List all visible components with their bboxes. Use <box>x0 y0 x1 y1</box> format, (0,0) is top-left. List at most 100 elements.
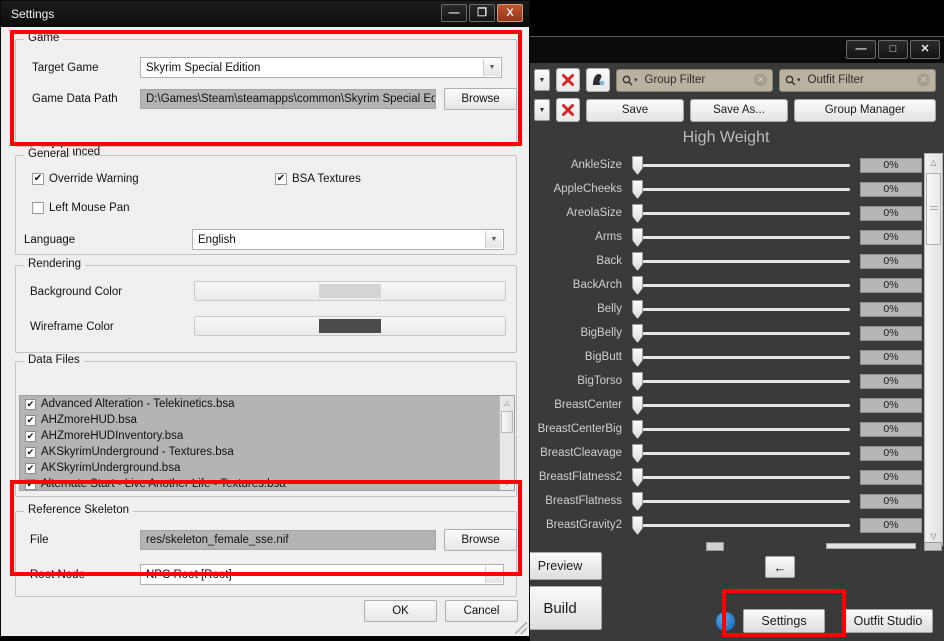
settings-close-icon[interactable]: X <box>497 4 523 22</box>
slider-control[interactable] <box>630 395 854 415</box>
clear-group-filter-icon[interactable]: ✕ <box>754 73 767 87</box>
slider-track[interactable] <box>638 403 850 407</box>
slider-value[interactable]: 0% <box>860 397 922 413</box>
slider-track[interactable] <box>638 523 850 527</box>
slider-track[interactable] <box>638 499 850 503</box>
maximize-icon[interactable]: □ <box>878 40 908 59</box>
preview-button[interactable]: Preview <box>518 552 602 580</box>
data-file-item[interactable]: ✔ AKSkyrimUnderground.bsa <box>20 460 514 476</box>
outfit-studio-button[interactable]: Outfit Studio <box>843 609 933 633</box>
slider-thumb[interactable] <box>632 372 643 391</box>
slider-thumb[interactable] <box>632 492 643 511</box>
ok-button[interactable]: OK <box>364 600 437 622</box>
language-combo[interactable]: English ▼ <box>192 229 504 250</box>
close-icon[interactable]: ✕ <box>910 40 940 59</box>
left-mouse-pan-checkbox[interactable]: Left Mouse Pan <box>32 202 130 214</box>
delete-icon-1[interactable] <box>556 68 580 92</box>
hscroll-left-stub[interactable] <box>706 542 724 551</box>
slider-value[interactable]: 0% <box>860 277 922 293</box>
slider-control[interactable] <box>630 179 854 199</box>
slider-thumb[interactable] <box>632 444 643 463</box>
scroll-up-icon[interactable]: △ <box>925 154 942 171</box>
slider-control[interactable] <box>630 371 854 391</box>
slider-track[interactable] <box>638 259 850 263</box>
slider-thumb[interactable] <box>632 468 643 487</box>
slider-thumb[interactable] <box>632 324 643 343</box>
slider-control[interactable] <box>630 419 854 439</box>
data-file-check-icon[interactable]: ✔ <box>25 430 36 442</box>
slider-control[interactable] <box>630 347 854 367</box>
slider-value[interactable]: 0% <box>860 445 922 461</box>
slider-control[interactable] <box>630 491 854 511</box>
settings-maximize-icon[interactable]: ❐ <box>469 4 495 22</box>
save-button[interactable]: Save <box>586 98 684 122</box>
data-file-item[interactable]: ✔ AHZmoreHUD.bsa <box>20 412 514 428</box>
slider-value[interactable]: 0% <box>860 205 922 221</box>
game-data-path-field[interactable]: D:\Games\Steam\steamapps\common\Skyrim S… <box>140 89 436 109</box>
slider-thumb[interactable] <box>632 348 643 367</box>
override-warning-checkbox[interactable]: ✔ Override Warning <box>32 173 139 185</box>
slider-value[interactable]: 0% <box>860 517 922 533</box>
data-file-check-icon[interactable]: ✔ <box>25 414 36 426</box>
slider-control[interactable] <box>630 155 854 175</box>
group-manager-button[interactable]: Group Manager <box>794 98 936 122</box>
slider-thumb[interactable] <box>632 396 643 415</box>
data-file-item[interactable]: ✔ AHZmoreHUDInventory.bsa <box>20 428 514 444</box>
slider-control[interactable] <box>630 227 854 247</box>
bsa-textures-checkbox[interactable]: ✔ BSA Textures <box>275 173 361 185</box>
preset-dropdown-arrow-2[interactable]: ▼ <box>534 99 550 121</box>
clear-outfit-filter-icon[interactable]: ✕ <box>917 73 930 87</box>
target-game-combo[interactable]: Skyrim Special Edition ▼ <box>140 57 502 78</box>
wireframe-color-button[interactable] <box>194 316 506 336</box>
settings-minimize-icon[interactable]: — <box>441 4 467 22</box>
slider-value[interactable]: 0% <box>860 157 922 173</box>
slider-control[interactable] <box>630 467 854 487</box>
slider-thumb[interactable] <box>632 300 643 319</box>
slider-track[interactable] <box>638 283 850 287</box>
slider-control[interactable] <box>630 443 854 463</box>
data-files-scrollbar[interactable]: △ ▽ <box>499 396 514 490</box>
root-node-combo[interactable]: NPC Root [Root] ▼ <box>140 564 504 585</box>
background-color-button[interactable] <box>194 281 506 301</box>
slider-track[interactable] <box>638 163 850 167</box>
slider-track[interactable] <box>638 475 850 479</box>
game-data-path-browse-button[interactable]: Browse <box>444 88 517 110</box>
slider-value[interactable]: 0% <box>860 325 922 341</box>
data-file-check-icon[interactable]: ✔ <box>25 478 36 490</box>
slider-thumb[interactable] <box>632 420 643 439</box>
data-file-check-icon[interactable]: ✔ <box>25 462 36 474</box>
slider-thumb[interactable] <box>632 252 643 271</box>
hscroll-track[interactable] <box>826 543 916 549</box>
slider-track[interactable] <box>638 451 850 455</box>
data-files-scroll-up-icon[interactable]: △ <box>500 396 514 410</box>
hscroll-right-stub[interactable] <box>924 542 942 551</box>
slider-list-scrollbar[interactable]: △ ▽ <box>924 153 943 546</box>
chevron-down-icon-3[interactable]: ▼ <box>485 566 502 583</box>
data-files-list[interactable]: ✔ Advanced Alteration - Telekinetics.bsa ✔… <box>19 395 515 491</box>
skeleton-browse-button[interactable]: Browse <box>444 529 517 551</box>
slider-value[interactable]: 0% <box>860 253 922 269</box>
slider-track[interactable] <box>638 379 850 383</box>
slider-value[interactable]: 0% <box>860 349 922 365</box>
back-arrow-button[interactable]: ← <box>765 556 795 578</box>
slider-value[interactable]: 0% <box>860 373 922 389</box>
minimize-icon[interactable]: — <box>846 40 876 59</box>
settings-button[interactable]: Settings <box>743 609 825 633</box>
group-filter-input[interactable]: ▾ Group Filter ✕ <box>616 68 773 92</box>
slider-thumb[interactable] <box>632 228 643 247</box>
data-file-item[interactable]: ✔ Advanced Alteration - Telekinetics.bsa <box>20 396 514 412</box>
choose-preset-head-icon[interactable] <box>586 68 610 92</box>
slider-track[interactable] <box>638 427 850 431</box>
slider-track[interactable] <box>638 187 850 191</box>
slider-value[interactable]: 0% <box>860 301 922 317</box>
slider-thumb[interactable] <box>632 180 643 199</box>
slider-thumb[interactable] <box>632 156 643 175</box>
slider-control[interactable] <box>630 275 854 295</box>
cancel-button[interactable]: Cancel <box>445 600 518 622</box>
slider-track[interactable] <box>638 211 850 215</box>
slider-value[interactable]: 0% <box>860 421 922 437</box>
scrollbar-thumb[interactable] <box>926 173 941 245</box>
slider-value[interactable]: 0% <box>860 181 922 197</box>
info-icon[interactable]: i <box>714 609 736 633</box>
slider-track[interactable] <box>638 355 850 359</box>
